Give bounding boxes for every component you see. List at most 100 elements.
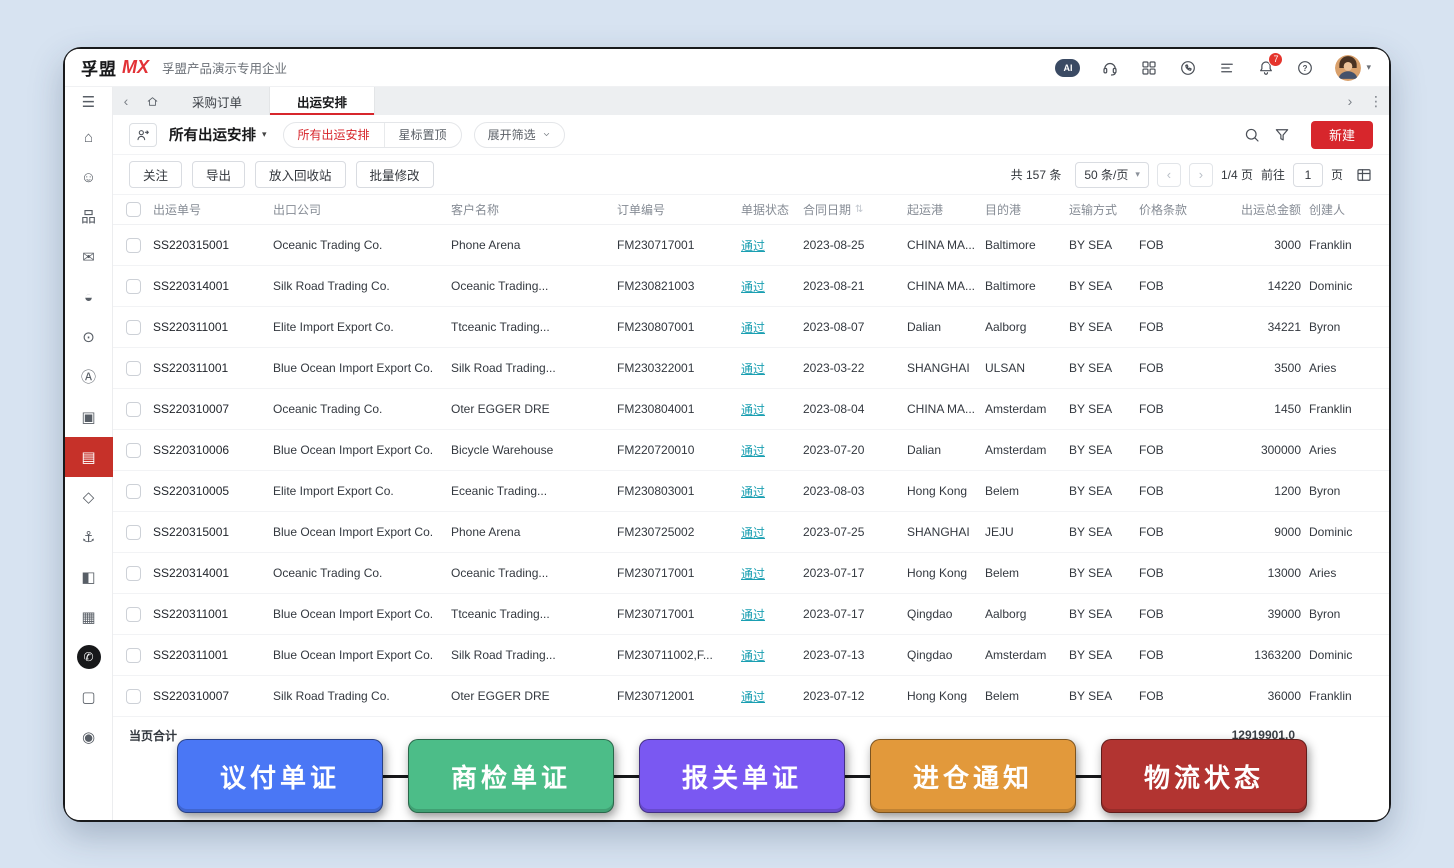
table-row[interactable]: SS220310006Blue Ocean Import Export Co.B… bbox=[113, 430, 1389, 471]
sidebar-item-contacts[interactable]: ☺ bbox=[65, 157, 113, 197]
column-header-total-amount[interactable]: 出运总金额 bbox=[1203, 201, 1309, 218]
page-size-select[interactable]: 50 条/页 ▾ bbox=[1075, 162, 1149, 188]
column-header-doc-status[interactable]: 单据状态 bbox=[741, 201, 803, 218]
flow-button-logistics-status[interactable]: 物流状态 bbox=[1101, 739, 1307, 813]
row-checkbox[interactable] bbox=[126, 484, 141, 499]
doc-status-cell[interactable]: 通过 bbox=[741, 237, 803, 254]
sidebar-item-whatsapp[interactable]: ✆ bbox=[65, 637, 113, 677]
doc-status-cell[interactable]: 通过 bbox=[741, 278, 803, 295]
column-header-order-no[interactable]: 订单编号 bbox=[617, 201, 741, 218]
column-header-customer-name[interactable]: 客户名称 bbox=[451, 201, 617, 218]
flow-button-inspection-docs[interactable]: 商检单证 bbox=[408, 739, 614, 813]
segment-all-shipments[interactable]: 所有出运安排 bbox=[284, 123, 384, 147]
sidebar-item-shipping-docs[interactable]: ▤ bbox=[65, 437, 113, 477]
flow-button-negotiation-docs[interactable]: 议付单证 bbox=[177, 739, 383, 813]
tab-shipping-arrangement[interactable]: 出运安排 bbox=[270, 87, 375, 115]
sidebar-item-collapse-menu[interactable]: ☰ bbox=[65, 87, 113, 117]
row-checkbox[interactable] bbox=[126, 279, 141, 294]
row-checkbox[interactable] bbox=[126, 238, 141, 253]
column-settings-icon[interactable] bbox=[1355, 166, 1373, 184]
row-checkbox[interactable] bbox=[126, 648, 141, 663]
new-button[interactable]: 新建 bbox=[1311, 121, 1373, 149]
table-row[interactable]: SS220315001Oceanic Trading Co.Phone Aren… bbox=[113, 225, 1389, 266]
table-row[interactable]: SS220310007Oceanic Trading Co.Oter EGGER… bbox=[113, 389, 1389, 430]
user-avatar[interactable]: ▾ bbox=[1335, 55, 1371, 81]
column-header-transport-mode[interactable]: 运输方式 bbox=[1069, 201, 1139, 218]
row-checkbox[interactable] bbox=[126, 566, 141, 581]
doc-status-cell[interactable]: 通过 bbox=[741, 647, 803, 664]
tab-purchase-orders[interactable]: 采购订单 bbox=[165, 87, 270, 115]
select-all-checkbox[interactable] bbox=[126, 202, 141, 217]
headset-support-icon[interactable] bbox=[1101, 59, 1119, 77]
doc-status-cell[interactable]: 通过 bbox=[741, 565, 803, 582]
sidebar-item-devices[interactable]: ▢ bbox=[65, 677, 113, 717]
sort-icon[interactable]: ⇅ bbox=[855, 204, 863, 215]
doc-status-cell[interactable]: 通过 bbox=[741, 319, 803, 336]
tab-forward-icon[interactable]: › bbox=[1337, 87, 1363, 115]
sidebar-item-logistics[interactable]: ⚓ bbox=[65, 517, 113, 557]
sidebar-item-marketing[interactable]: Ⓐ bbox=[65, 357, 113, 397]
doc-status-cell[interactable]: 通过 bbox=[741, 401, 803, 418]
batch-edit-button[interactable]: 批量修改 bbox=[356, 161, 434, 188]
doc-status-cell[interactable]: 通过 bbox=[741, 524, 803, 541]
doc-status-cell[interactable]: 通过 bbox=[741, 606, 803, 623]
doc-status-cell[interactable]: 通过 bbox=[741, 360, 803, 377]
column-header-departure-port[interactable]: 起运港 bbox=[907, 201, 985, 218]
sidebar-item-reports[interactable]: ▦ bbox=[65, 597, 113, 637]
table-row[interactable]: SS220311001Blue Ocean Import Export Co.S… bbox=[113, 348, 1389, 389]
sidebar-item-compass[interactable]: ⊙ bbox=[65, 317, 113, 357]
table-row[interactable]: SS220310007Silk Road Trading Co.Oter EGG… bbox=[113, 676, 1389, 717]
doc-status-cell[interactable]: 通过 bbox=[741, 688, 803, 705]
expand-filter-button[interactable]: 展开筛选 bbox=[474, 122, 565, 148]
flow-button-warehouse-notice[interactable]: 进仓通知 bbox=[870, 739, 1076, 813]
column-header-contract-date[interactable]: 合同日期⇅ bbox=[803, 201, 907, 218]
sidebar-item-organization[interactable]: 品 bbox=[65, 197, 113, 237]
recycle-bin-button[interactable]: 放入回收站 bbox=[255, 161, 346, 188]
view-switch-button[interactable] bbox=[129, 123, 157, 147]
notifications-bell-icon[interactable]: 7 bbox=[1257, 59, 1275, 77]
whatsapp-chat-icon[interactable] bbox=[1179, 59, 1197, 77]
ai-assistant-button[interactable]: AI bbox=[1055, 59, 1080, 77]
sidebar-item-products[interactable]: ▣ bbox=[65, 397, 113, 437]
row-checkbox[interactable] bbox=[126, 443, 141, 458]
column-header-destination-port[interactable]: 目的港 bbox=[985, 201, 1069, 218]
row-checkbox[interactable] bbox=[126, 402, 141, 417]
table-row[interactable]: SS220314001Silk Road Trading Co.Oceanic … bbox=[113, 266, 1389, 307]
view-selector[interactable]: 所有出运安排 ▾ bbox=[169, 124, 267, 145]
segment-star-pinned[interactable]: 星标置顶 bbox=[384, 123, 461, 147]
column-header-creator[interactable]: 创建人 bbox=[1309, 201, 1373, 218]
flow-button-customs-docs[interactable]: 报关单证 bbox=[639, 739, 845, 813]
search-icon[interactable] bbox=[1243, 126, 1261, 144]
row-checkbox[interactable] bbox=[126, 361, 141, 376]
row-checkbox[interactable] bbox=[126, 320, 141, 335]
sidebar-item-more[interactable]: ◉ bbox=[65, 717, 113, 757]
goto-page-input[interactable] bbox=[1293, 163, 1323, 187]
export-button[interactable]: 导出 bbox=[192, 161, 245, 188]
column-header-shipment-no[interactable]: 出运单号 bbox=[153, 201, 273, 218]
tab-back-icon[interactable]: ‹ bbox=[113, 87, 139, 115]
sidebar-item-workspace[interactable]: ◧ bbox=[65, 557, 113, 597]
column-header-export-company[interactable]: 出口公司 bbox=[273, 201, 451, 218]
follow-button[interactable]: 关注 bbox=[129, 161, 182, 188]
table-row[interactable]: SS220311001Elite Import Export Co.Ttcean… bbox=[113, 307, 1389, 348]
doc-status-cell[interactable]: 通过 bbox=[741, 483, 803, 500]
prev-page-button[interactable]: ‹ bbox=[1157, 163, 1181, 187]
table-row[interactable]: SS220310005Elite Import Export Co.Eceani… bbox=[113, 471, 1389, 512]
tab-home-icon[interactable] bbox=[139, 87, 165, 115]
help-icon[interactable]: ? bbox=[1296, 59, 1314, 77]
row-checkbox[interactable] bbox=[126, 607, 141, 622]
column-header-price-term[interactable]: 价格条款 bbox=[1139, 201, 1203, 218]
row-checkbox[interactable] bbox=[126, 525, 141, 540]
task-list-icon[interactable] bbox=[1218, 59, 1236, 77]
tab-more-icon[interactable]: ⋮ bbox=[1363, 87, 1389, 115]
row-checkbox[interactable] bbox=[126, 689, 141, 704]
table-row[interactable]: SS220315001Blue Ocean Import Export Co.P… bbox=[113, 512, 1389, 553]
table-row[interactable]: SS220311001Blue Ocean Import Export Co.T… bbox=[113, 594, 1389, 635]
sidebar-item-orders[interactable]: ◒ bbox=[65, 277, 113, 317]
doc-status-cell[interactable]: 通过 bbox=[741, 442, 803, 459]
apps-grid-icon[interactable] bbox=[1140, 59, 1158, 77]
table-row[interactable]: SS220311001Blue Ocean Import Export Co.S… bbox=[113, 635, 1389, 676]
filter-funnel-icon[interactable] bbox=[1273, 126, 1291, 144]
table-row[interactable]: SS220314001Oceanic Trading Co.Oceanic Tr… bbox=[113, 553, 1389, 594]
sidebar-item-mail[interactable]: ✉ bbox=[65, 237, 113, 277]
